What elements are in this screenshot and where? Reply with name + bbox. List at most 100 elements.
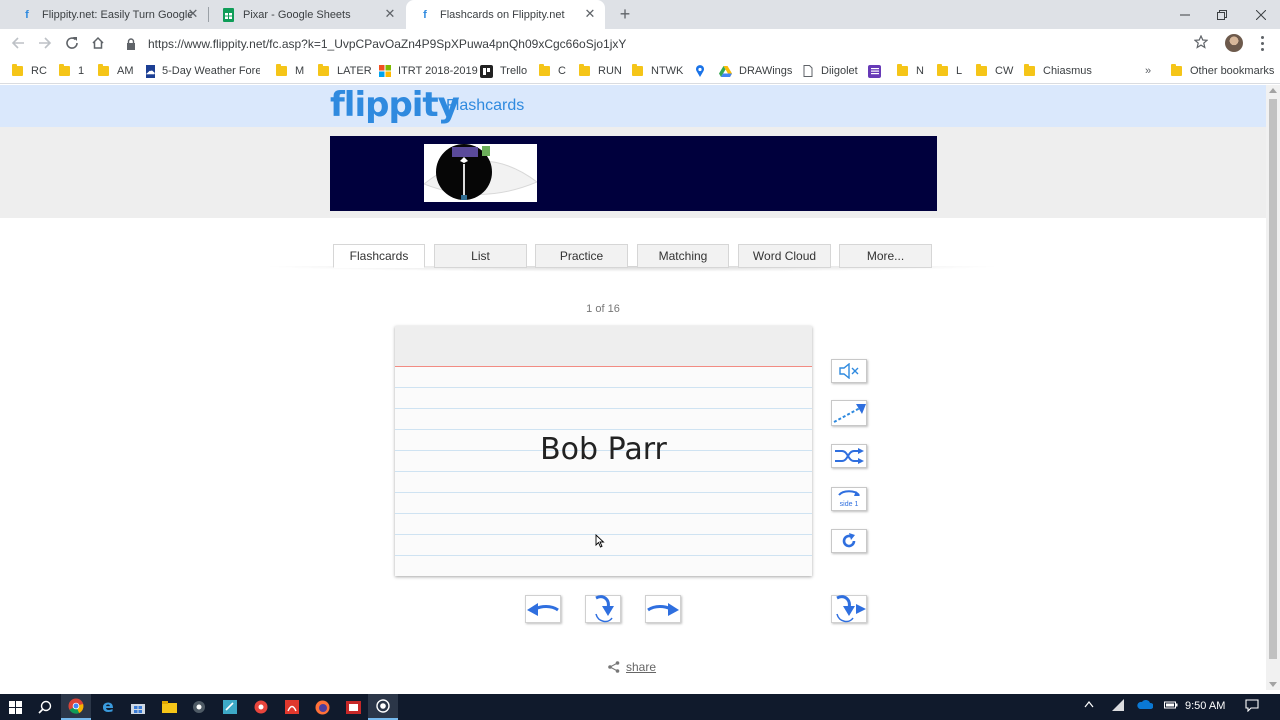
scroll-thumb[interactable] [1269,99,1277,659]
search-icon[interactable] [30,694,60,720]
scroll-up-icon[interactable] [1269,88,1277,93]
close-tab-icon[interactable]: ✕ [186,7,200,21]
bookmark-item[interactable]: Trello [480,63,527,79]
tab-matching[interactable]: Matching [637,244,729,268]
windows-start-icon[interactable] [0,694,30,720]
notes-taskbar-icon[interactable] [215,694,245,720]
bookmark-item[interactable]: L [937,63,962,79]
tab-flashcards[interactable]: Flashcards [333,244,425,268]
shuffle-icon [835,448,864,464]
notifications-icon[interactable] [1245,699,1259,715]
google-drive-icon [719,65,732,78]
bookmark-item[interactable]: RUN [579,63,622,79]
folder-icon [1024,64,1035,76]
tab-word-cloud[interactable]: Word Cloud [738,244,831,268]
bookmark-item[interactable] [868,63,888,79]
bookmark-item[interactable]: NTWK [632,63,683,79]
chrome-taskbar-icon[interactable] [61,694,91,720]
page-scrollbar[interactable] [1266,85,1280,690]
tab-more[interactable]: More... [839,244,932,268]
tab-title: Pixar - Google Sheets [243,8,351,21]
browser-toolbar: https://www.flippity.net/fc.asp?k=1_UvpC… [0,29,1280,58]
firefox-taskbar-icon[interactable] [307,694,337,720]
bookmark-item[interactable]: RC [12,63,47,79]
auto-play-button[interactable] [831,400,867,426]
bookmark-item[interactable]: CW [976,63,1013,79]
address-bar[interactable]: https://www.flippity.net/fc.asp?k=1_UvpC… [118,31,1218,56]
edge-taskbar-icon[interactable]: e [93,694,123,720]
browser-tab-sheets[interactable]: Pixar - Google Sheets ✕ [209,0,405,29]
folder-icon [976,64,987,76]
shuffle-button[interactable] [831,444,867,468]
bookmark-item[interactable]: LATER [318,63,372,79]
bookmark-item[interactable]: ITRT 2018-2019 [378,63,478,79]
previous-button[interactable] [525,595,561,623]
refresh-button[interactable] [831,529,867,553]
side-1-button[interactable]: side 1 [831,487,867,511]
wifi-icon[interactable] [1111,698,1125,715]
card-counter: 1 of 16 [586,303,620,315]
restore-icon[interactable] [1203,0,1241,29]
file-explorer-icon[interactable] [154,694,184,720]
browser-tab-flashcards[interactable]: f Flashcards on Flippity.net ✕ [406,0,605,29]
bookmark-item[interactable] [693,63,713,79]
bookmark-star-icon[interactable] [1193,34,1209,52]
flip-button[interactable] [585,595,621,623]
next-button[interactable] [645,595,681,623]
acrobat-taskbar-icon[interactable] [277,694,307,720]
tab-title: Flashcards on Flippity.net [440,8,565,21]
battery-icon[interactable] [1164,699,1178,714]
flippity-logo[interactable]: flippity [330,85,460,125]
site-header: flippity Flashcards [0,85,1266,127]
reload-icon[interactable] [61,32,83,54]
store-taskbar-icon[interactable] [123,694,153,720]
bookmark-item[interactable]: Chiasmus [1024,63,1092,79]
banner-band [0,127,1266,218]
home-icon[interactable] [87,32,109,54]
banner-image [330,136,937,211]
onedrive-icon[interactable] [1137,698,1154,713]
folder-icon [12,64,23,76]
show-hidden-icons[interactable] [1084,699,1094,711]
app-taskbar-icon[interactable] [184,694,214,720]
forward-icon[interactable] [34,32,56,54]
other-bookmarks[interactable]: Other bookmarks [1171,63,1274,79]
close-window-icon[interactable] [1242,0,1280,29]
bookmarks-overflow-button[interactable]: » [1145,63,1151,79]
weather-icon: ☁ [146,64,155,78]
close-tab-icon[interactable]: ✕ [383,7,397,21]
bookmark-item[interactable]: Diigolet [801,63,858,79]
bookmark-item[interactable]: 1 [59,63,84,79]
lock-icon [126,37,142,50]
folder-icon [98,64,109,76]
svg-text:side 1: side 1 [840,501,859,508]
browser-tab-flippity[interactable]: f Flippity.net: Easily Turn Google S ✕ [8,0,208,29]
folder-icon [318,64,329,76]
profile-avatar[interactable] [1225,34,1243,52]
folder-icon [632,64,643,76]
back-icon[interactable] [7,32,29,54]
record-taskbar-icon[interactable] [246,694,276,720]
bookmark-item[interactable]: AM [98,63,134,79]
bookmark-item[interactable]: ☁ 5-Day Weather Forec [146,63,260,79]
bookmark-item[interactable]: DRAWings [719,63,792,79]
close-tab-icon[interactable]: ✕ [583,7,597,21]
folder-icon [1171,64,1182,76]
mute-button[interactable] [831,359,867,383]
eye-image [424,144,537,202]
clock[interactable]: 9:50 AM [1185,700,1225,712]
bookmark-item[interactable]: N [897,63,924,79]
share-link[interactable]: share [608,660,656,674]
tab-practice[interactable]: Practice [535,244,628,268]
mail-taskbar-icon[interactable] [338,694,368,720]
share-label: share [626,660,657,674]
new-tab-icon[interactable]: + [614,3,636,25]
scroll-down-icon[interactable] [1269,682,1277,687]
flip-next-button[interactable] [831,595,867,623]
minimize-icon[interactable] [1166,0,1204,29]
tab-list[interactable]: List [434,244,527,268]
bookmark-item[interactable]: M [276,63,304,79]
bookmark-item[interactable]: C [539,63,566,79]
chrome-menu-icon[interactable] [1256,33,1268,53]
recorder-taskbar-icon[interactable] [368,694,398,720]
